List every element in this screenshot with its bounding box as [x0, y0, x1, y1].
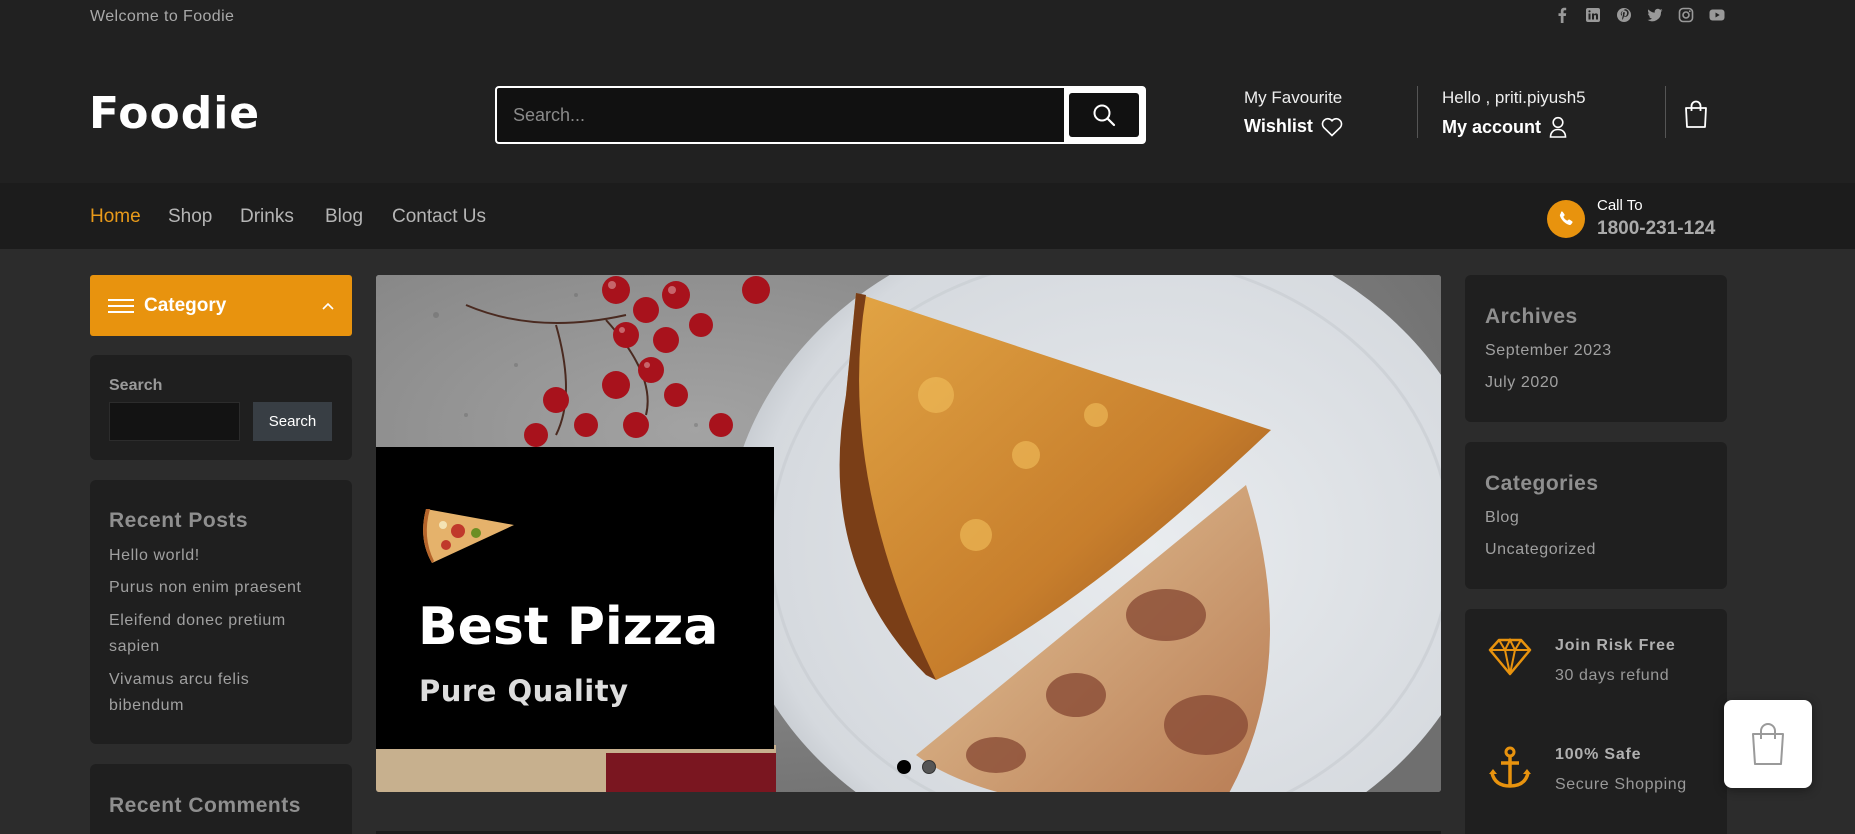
- header-search: [495, 86, 1146, 144]
- search-widget-input[interactable]: [109, 402, 240, 441]
- call-to[interactable]: Call To 1800-231-124: [1547, 197, 1715, 240]
- recent-post-link[interactable]: Hello world!: [109, 543, 339, 569]
- categories-widget: Categories Blog Uncategorized: [1465, 442, 1727, 589]
- favourite-label: My Favourite: [1244, 88, 1343, 107]
- linkedin-icon[interactable]: [1585, 7, 1601, 23]
- call-label: Call To: [1597, 197, 1643, 214]
- anchor-icon: [1489, 746, 1531, 788]
- features-widget: Join Risk Free 30 days refund 100% Safe …: [1465, 609, 1727, 834]
- hero-caption: Best Pizza Pure Quality: [376, 447, 774, 749]
- shopping-bag-icon: [1752, 723, 1784, 765]
- archive-link[interactable]: July 2020: [1485, 370, 1559, 396]
- social-links: [1554, 7, 1725, 23]
- slider-dot-1[interactable]: [897, 760, 911, 774]
- nav-item-drinks[interactable]: Drinks: [240, 206, 294, 228]
- instagram-icon[interactable]: [1678, 7, 1694, 23]
- feature-title: Join Risk Free: [1555, 637, 1676, 654]
- category-title: Category: [144, 294, 227, 316]
- nav-item-contact-us[interactable]: Contact Us: [392, 206, 486, 228]
- nav-item-home[interactable]: Home: [90, 206, 141, 228]
- recent-posts-title: Recent Posts: [109, 509, 249, 532]
- recent-posts-widget: Recent Posts Hello world! Purus non enim…: [90, 480, 352, 744]
- divider: [1417, 86, 1418, 138]
- categories-title: Categories: [1485, 472, 1599, 495]
- account-greeting: Hello , priti.piyush5: [1442, 88, 1586, 107]
- recent-post-link[interactable]: Purus non enim praesent: [109, 575, 339, 601]
- feature-item: Join Risk Free 30 days refund: [1487, 637, 1676, 685]
- search-widget-label: Search: [109, 377, 163, 394]
- nav-item-shop[interactable]: Shop: [168, 206, 212, 228]
- archives-widget: Archives September 2023 July 2020: [1465, 275, 1727, 422]
- account-label: My account: [1442, 116, 1542, 137]
- user-icon: [1549, 116, 1567, 138]
- site-logo[interactable]: Foodie: [89, 88, 260, 139]
- header-search-input[interactable]: [497, 88, 1064, 142]
- feature-subtitle: Secure Shopping: [1555, 776, 1687, 793]
- header: Welcome to Foodie Foodie My Favouri: [0, 0, 1855, 183]
- archive-link[interactable]: September 2023: [1485, 338, 1612, 364]
- twitter-icon[interactable]: [1647, 7, 1663, 23]
- chevron-up-icon: [322, 302, 334, 310]
- header-search-button[interactable]: [1064, 88, 1144, 142]
- feature-item: 100% Safe Secure Shopping: [1487, 746, 1687, 794]
- category-link[interactable]: Blog: [1485, 505, 1519, 531]
- floating-cart-button[interactable]: [1724, 700, 1812, 788]
- shopping-bag-icon: [1685, 100, 1707, 128]
- heart-icon: [1321, 117, 1343, 137]
- recent-post-link[interactable]: Vivamus arcu felis bibendum: [109, 667, 289, 719]
- feature-title: 100% Safe: [1555, 746, 1642, 763]
- phone-icon: [1547, 199, 1585, 238]
- recent-comments-widget: Recent Comments: [90, 764, 352, 834]
- feature-subtitle: 30 days refund: [1555, 667, 1670, 684]
- diamond-icon: [1488, 637, 1532, 676]
- category-link[interactable]: Uncategorized: [1485, 537, 1596, 563]
- menu-icon: [108, 298, 134, 313]
- account-link[interactable]: Hello , priti.piyush5 My account: [1442, 88, 1586, 138]
- wishlist-link[interactable]: My Favourite Wishlist: [1244, 88, 1343, 137]
- hero-subheading: Pure Quality: [419, 674, 629, 708]
- cart-button[interactable]: [1684, 100, 1708, 133]
- hero-heading: Best Pizza: [418, 597, 719, 657]
- nav-item-blog[interactable]: Blog: [325, 206, 363, 228]
- welcome-text: Welcome to Foodie: [90, 8, 235, 25]
- wishlist-label: Wishlist: [1244, 116, 1313, 136]
- pizza-slice-icon: [423, 509, 514, 563]
- call-number: 1800-231-124: [1597, 218, 1716, 239]
- recent-comments-title: Recent Comments: [109, 794, 301, 817]
- hero-slider[interactable]: Best Pizza Pure Quality: [376, 275, 1441, 792]
- pinterest-icon[interactable]: [1616, 7, 1632, 23]
- recent-post-link[interactable]: Eleifend donec pretium sapien: [109, 608, 314, 660]
- category-toggle[interactable]: Category: [90, 275, 352, 336]
- divider: [1665, 86, 1666, 138]
- slider-dot-2[interactable]: [922, 760, 936, 774]
- facebook-icon[interactable]: [1554, 7, 1570, 23]
- search-widget: Search Search: [90, 355, 352, 460]
- archives-title: Archives: [1485, 305, 1578, 328]
- search-widget-button[interactable]: Search: [253, 402, 332, 441]
- search-icon: [1093, 104, 1116, 127]
- youtube-icon[interactable]: [1709, 7, 1725, 23]
